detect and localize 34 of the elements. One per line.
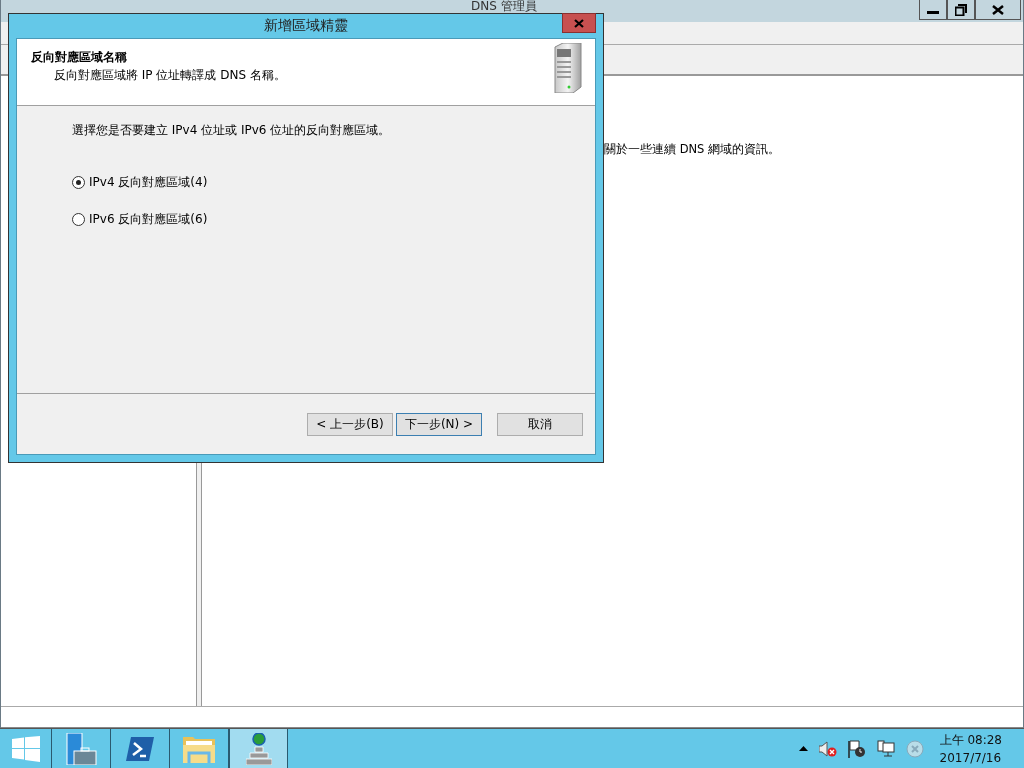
close-icon: [992, 4, 1004, 15]
radio-option[interactable]: IPv6 反向對應區域(6): [72, 211, 595, 228]
window-title: DNS 管理員: [471, 0, 537, 15]
folder-icon: [183, 734, 215, 763]
terminal-icon: [126, 736, 154, 761]
windows-logo-icon: [11, 735, 40, 762]
page-heading: 反向對應區域名稱: [31, 49, 128, 66]
radio-option[interactable]: IPv4 反向對應區域(4): [72, 174, 595, 191]
clock-date: 2017/7/16: [939, 749, 1002, 767]
network-icon[interactable]: [876, 739, 895, 758]
caret-up-icon[interactable]: [798, 746, 808, 751]
restore-button[interactable]: [947, 0, 975, 20]
restore-icon: [955, 3, 967, 16]
back-button[interactable]: < 上一步(B): [307, 412, 393, 436]
radio-button[interactable]: [72, 176, 85, 189]
cancel-button[interactable]: 取消: [497, 412, 583, 436]
speaker-muted-icon[interactable]: [818, 740, 837, 757]
next-button[interactable]: 下一步(N) >: [396, 412, 482, 436]
minimize-button[interactable]: [919, 0, 947, 20]
flag-clock-icon[interactable]: [847, 739, 866, 758]
description-text: 關於一些連續 DNS 網域的資訊。: [604, 142, 781, 156]
close-button[interactable]: [975, 0, 1021, 20]
server-toolbox-icon: [65, 732, 97, 765]
minimize-icon: [927, 11, 939, 14]
dialog-title: 新增區域精靈: [264, 17, 348, 35]
prompt-text: 選擇您是否要建立 IPv4 位址或 IPv6 位址的反向對應區域。: [72, 122, 392, 139]
clock-time: 上午 08:28: [939, 731, 1002, 749]
radio-button[interactable]: [72, 213, 85, 226]
close-icon: [574, 18, 584, 28]
clock[interactable]: 上午 08:28 2017/7/16: [939, 730, 1002, 767]
network-globe-icon: [245, 732, 272, 765]
taskbar-app[interactable]: [229, 729, 288, 768]
page-subtitle: 反向對應區域將 IP 位址轉譯成 DNS 名稱。: [53, 67, 286, 84]
server-icon: [553, 43, 583, 93]
